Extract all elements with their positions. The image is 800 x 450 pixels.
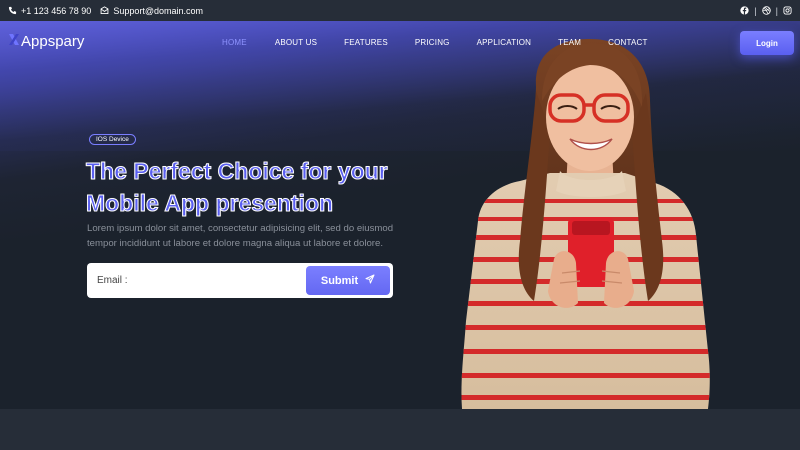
- facebook-icon[interactable]: [740, 6, 749, 15]
- email-input[interactable]: Email :: [97, 275, 128, 286]
- brand-logo[interactable]: Appspary: [8, 33, 84, 50]
- hero-title-line-2: Mobile App presention: [86, 190, 334, 217]
- nav-menu: HOME ABOUT US FEATURES PRICING APPLICATI…: [222, 38, 648, 47]
- support-email[interactable]: Support@domain.com: [113, 6, 203, 16]
- social-divider: |: [754, 5, 757, 16]
- phone-number[interactable]: +1 123 456 78 90: [21, 6, 91, 16]
- send-icon: [365, 274, 375, 287]
- top-bar: +1 123 456 78 90 Support@domain.com | |: [0, 0, 800, 21]
- next-section-strip: [0, 409, 800, 450]
- nav-item-features[interactable]: FEATURES: [344, 38, 388, 47]
- submit-button[interactable]: Submit: [306, 266, 390, 295]
- hero-title-line-1: The Perfect Choice for your: [86, 158, 389, 185]
- nav-item-application[interactable]: APPLICATION: [477, 38, 532, 47]
- mail-icon: [100, 6, 109, 15]
- device-badge: IOS Device: [89, 134, 136, 145]
- instagram-icon[interactable]: [783, 6, 792, 15]
- logo-mark-icon: [8, 33, 20, 50]
- nav-item-contact[interactable]: CONTACT: [608, 38, 647, 47]
- hero-description: Lorem ipsum dolor sit amet, consectetur …: [87, 223, 394, 249]
- nav-item-team[interactable]: TEAM: [558, 38, 581, 47]
- hero-section: Appspary HOME ABOUT US FEATURES PRICING …: [0, 21, 800, 409]
- phone-icon: [8, 6, 17, 15]
- main-navigation: Appspary HOME ABOUT US FEATURES PRICING …: [0, 21, 800, 65]
- phone-contact[interactable]: +1 123 456 78 90: [8, 6, 91, 16]
- social-links: | |: [740, 6, 792, 16]
- social-divider: |: [775, 5, 778, 16]
- nav-item-home[interactable]: HOME: [222, 38, 247, 47]
- login-button[interactable]: Login: [740, 31, 794, 55]
- email-subscribe-form: Email : Submit: [87, 263, 393, 298]
- dribbble-icon[interactable]: [761, 6, 771, 15]
- nav-item-about-us[interactable]: ABOUT US: [275, 38, 317, 47]
- submit-label: Submit: [320, 274, 359, 287]
- brand-name: Appspary: [21, 33, 85, 50]
- email-contact[interactable]: Support@domain.com: [100, 6, 203, 16]
- nav-item-pricing[interactable]: PRICING: [415, 38, 450, 47]
- hero-title: The Perfect Choice for your Mobile App p…: [86, 155, 426, 219]
- smiling-woman-with-phone-image: [461, 39, 710, 409]
